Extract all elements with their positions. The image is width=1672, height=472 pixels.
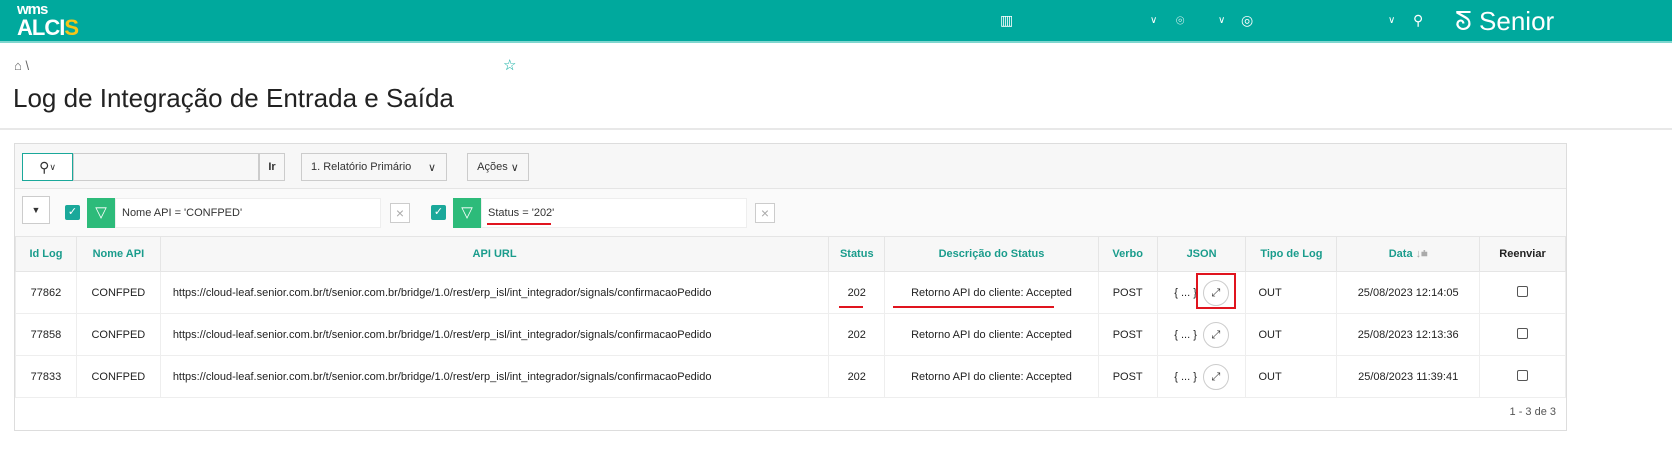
resend-checkbox[interactable] [1517, 369, 1529, 381]
search-column-button[interactable]: ⚲ ∨ [22, 153, 73, 181]
cell-date: 25/08/2023 11:39:41 [1336, 355, 1481, 398]
col-data-label: Data [1388, 247, 1413, 260]
filter-icon: ▽ [87, 198, 115, 228]
cell-url: https://cloud-leaf.senior.com.br/t/senio… [159, 313, 830, 356]
cell-json: { ... } ⤢ [1156, 355, 1247, 398]
json-preview: { ... } [1174, 370, 1197, 383]
chevron-down-icon: ∨ [510, 161, 519, 174]
chevron-down-icon: ∨ [427, 161, 436, 174]
actions-label: Ações [477, 161, 508, 173]
actions-button[interactable]: Ações ∨ [467, 153, 529, 181]
remove-filter-button[interactable]: × [390, 203, 410, 223]
warehouse-icon[interactable]: ▥ [1000, 12, 1013, 29]
filter-icon: ▽ [453, 198, 481, 228]
cell-resend [1479, 355, 1566, 398]
divider [0, 128, 1672, 130]
cell-desc: Retorno API do cliente: Accepted [884, 313, 1099, 356]
cell-api: CONFPED [75, 313, 161, 356]
cell-json: { ... } ⤢ [1156, 313, 1247, 356]
annotation-underline [487, 223, 551, 225]
table-row: 77862 CONFPED https://cloud-leaf.senior.… [15, 271, 1566, 314]
logo-main: ALCI [17, 15, 65, 40]
filter-row: ▼ ✓ ▽ Nome API = 'CONFPED' × ✓ ▽ Status … [15, 189, 1566, 237]
table-row: 77858 CONFPED https://cloud-leaf.senior.… [15, 313, 1566, 356]
cell-id: 77858 [15, 313, 77, 356]
json-preview: { ... } [1174, 286, 1197, 299]
toggle-filters-button[interactable]: ▼ [22, 196, 50, 224]
expand-icon[interactable]: ⤢ [1202, 363, 1229, 390]
col-descricao[interactable]: Descrição do Status [884, 236, 1099, 272]
cell-api: CONFPED [75, 271, 161, 314]
wms-alcis-logo[interactable]: wms ALCIS [17, 2, 79, 40]
cell-date: 25/08/2023 12:13:36 [1336, 313, 1481, 356]
cell-api: CONFPED [75, 355, 161, 398]
sort-desc-icon: ↓⩧ [1415, 247, 1428, 260]
col-json[interactable]: JSON [1156, 236, 1247, 272]
breadcrumb: ⌂ \ [14, 58, 29, 73]
col-api-url[interactable]: API URL [159, 236, 830, 272]
filter-checkbox[interactable]: ✓ [65, 205, 80, 220]
report-toolbar: ⚲ ∨ Ir 1. Relatório Primário ∨ Ações ∨ [15, 144, 1566, 189]
breadcrumb-separator: \ [25, 58, 30, 73]
annotation-underline [839, 306, 863, 308]
annotation-underline [893, 306, 1054, 308]
annotation-box [1196, 273, 1236, 309]
cell-status: 202 [828, 355, 886, 398]
cell-verb: POST [1097, 271, 1158, 314]
json-preview: { ... } [1174, 328, 1197, 341]
expand-icon[interactable]: ⤢ [1202, 321, 1229, 348]
report-select-value: 1. Relatório Primário [311, 161, 412, 173]
cell-id: 77862 [15, 271, 77, 314]
cell-desc: Retorno API do cliente: Accepted [884, 355, 1099, 398]
cell-type: OUT [1245, 313, 1338, 356]
search-icon: ⚲ [39, 158, 50, 175]
filter-chip[interactable]: Nome API = 'CONFPED' [115, 198, 381, 228]
filter-checkbox[interactable]: ✓ [431, 205, 446, 220]
remove-filter-button[interactable]: × [755, 203, 775, 223]
top-bar: wms ALCIS ▥ ∨ ⌾ ∨ ◎ ∨ ⚲ ᘕ Senior [0, 0, 1672, 43]
col-reenviar[interactable]: Reenviar [1479, 236, 1566, 272]
col-data[interactable]: Data ↓⩧ [1336, 236, 1481, 272]
resend-checkbox[interactable] [1517, 285, 1529, 297]
brand-name: Senior [1479, 6, 1555, 36]
cell-id: 77833 [15, 355, 77, 398]
report-select[interactable]: 1. Relatório Primário ∨ [301, 153, 447, 181]
favorite-star-icon[interactable]: ☆ [503, 56, 516, 74]
location-pin-icon[interactable]: ⌾ [1176, 12, 1184, 29]
cell-url: https://cloud-leaf.senior.com.br/t/senio… [159, 355, 830, 398]
search-input[interactable] [73, 153, 259, 181]
search-icon[interactable]: ⚲ [1413, 12, 1423, 29]
col-verbo[interactable]: Verbo [1097, 236, 1158, 272]
cell-resend [1479, 271, 1566, 314]
cell-url: https://cloud-leaf.senior.com.br/t/senio… [159, 271, 830, 314]
table-row: 77833 CONFPED https://cloud-leaf.senior.… [15, 355, 1566, 398]
log-table: Id Log Nome API API URL Status Descrição… [15, 236, 1566, 398]
logo-accent: S [64, 15, 79, 40]
page-title: Log de Integração de Entrada e Saída [13, 83, 454, 113]
col-status[interactable]: Status [828, 236, 886, 272]
cell-verb: POST [1097, 313, 1158, 356]
report-panel: ⚲ ∨ Ir 1. Relatório Primário ∨ Ações ∨ ▼ ✓… [14, 143, 1567, 431]
chevron-down-icon[interactable]: ∨ [1388, 15, 1395, 26]
resend-checkbox[interactable] [1517, 327, 1529, 339]
chevron-down-icon[interactable]: ∨ [1150, 15, 1157, 26]
cell-date: 25/08/2023 12:14:05 [1336, 271, 1481, 314]
cell-type: OUT [1245, 271, 1338, 314]
cell-resend [1479, 313, 1566, 356]
cell-status: 202 [828, 313, 886, 356]
col-id-log[interactable]: Id Log [15, 236, 77, 272]
col-tipo-log[interactable]: Tipo de Log [1245, 236, 1338, 272]
go-button[interactable]: Ir [259, 153, 285, 181]
user-icon[interactable]: ◎ [1241, 12, 1253, 29]
cell-type: OUT [1245, 355, 1338, 398]
chevron-down-icon[interactable]: ∨ [1218, 15, 1225, 26]
col-nome-api[interactable]: Nome API [75, 236, 161, 272]
chevron-down-icon: ∨ [49, 161, 56, 172]
cell-verb: POST [1097, 355, 1158, 398]
home-icon[interactable]: ⌂ [14, 58, 22, 73]
pagination: 1 - 3 de 3 [1509, 406, 1556, 418]
senior-logo: ᘕ Senior [1455, 6, 1555, 36]
